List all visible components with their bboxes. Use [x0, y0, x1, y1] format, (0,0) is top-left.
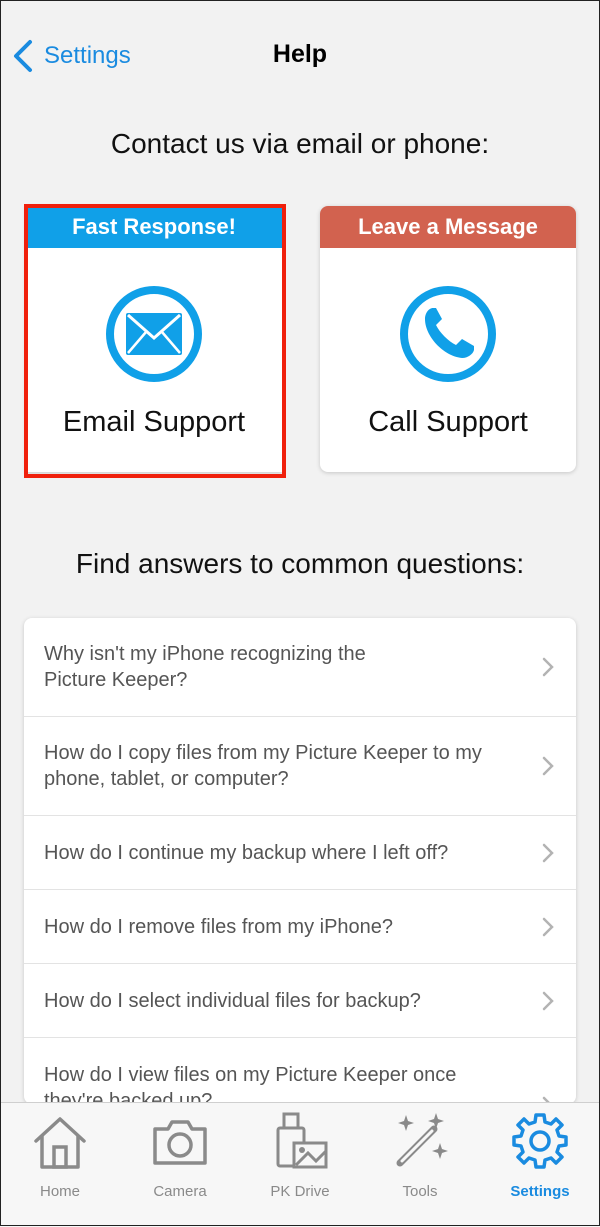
faq-heading: Find answers to common questions: — [75, 548, 525, 579]
phone-icon — [400, 286, 496, 382]
faq-item[interactable]: How do I select individual files for bac… — [24, 964, 576, 1038]
tab-home[interactable]: Home — [0, 1111, 120, 1221]
email-card-banner: Fast Response! — [26, 206, 282, 248]
magic-wand-icon — [396, 1113, 448, 1167]
page-title: Help — [272, 40, 328, 68]
faq-question: Why isn't my iPhone recognizing the Pict… — [44, 643, 366, 691]
faq-item[interactable]: How do I copy files from my Picture Keep… — [24, 717, 576, 816]
tab-tools[interactable]: Tools — [360, 1111, 480, 1221]
chevron-right-icon — [542, 843, 554, 862]
tab-label: Tools — [402, 1183, 438, 1200]
faq-question: How do I copy files from my Picture Keep… — [44, 742, 482, 790]
faq-question: How do I continue my backup where I left… — [44, 841, 449, 864]
tab-settings[interactable]: Settings — [480, 1111, 600, 1221]
chevron-right-icon — [542, 657, 554, 677]
tab-label: Camera — [153, 1183, 207, 1200]
tab-label: PK Drive — [270, 1183, 330, 1200]
call-card-banner: Leave a Message — [320, 206, 576, 248]
faq-item[interactable]: How do I view files on my Picture Keeper… — [24, 1038, 576, 1104]
email-support-card[interactable]: Fast Response! Email Support — [26, 206, 282, 472]
call-support-label: Call Support — [368, 406, 528, 438]
tab-bar: Home Camera PK Drive Tools Settings — [0, 1102, 600, 1227]
chevron-right-icon — [542, 917, 554, 936]
faq-item[interactable]: How do I remove files from my iPhone? — [24, 890, 576, 964]
chevron-right-icon — [542, 991, 554, 1010]
chevron-right-icon — [542, 756, 554, 776]
faq-question: How do I remove files from my iPhone? — [44, 915, 394, 938]
pk-drive-icon — [276, 1112, 328, 1169]
camera-icon — [153, 1120, 207, 1165]
call-support-card[interactable]: Leave a Message Call Support — [320, 206, 576, 472]
email-support-label: Email Support — [62, 406, 246, 438]
faq-question: How do I view files on my Picture Keeper… — [44, 1064, 457, 1104]
navigation-bar: Settings Help — [0, 0, 600, 110]
tab-camera[interactable]: Camera — [120, 1111, 240, 1221]
faq-item[interactable]: How do I continue my backup where I left… — [24, 816, 576, 890]
gear-icon — [512, 1113, 568, 1169]
faq-question: How do I select individual files for bac… — [44, 989, 421, 1012]
tab-pk-drive[interactable]: PK Drive — [240, 1111, 360, 1221]
home-icon — [34, 1117, 86, 1169]
tab-label: Home — [39, 1183, 80, 1200]
tab-label: Settings — [510, 1183, 570, 1200]
faq-item[interactable]: Why isn't my iPhone recognizing the Pict… — [24, 618, 576, 717]
faq-list: Why isn't my iPhone recognizing the Pict… — [24, 618, 576, 1104]
contact-heading: Contact us via email or phone: — [110, 128, 490, 159]
envelope-icon — [106, 286, 202, 382]
